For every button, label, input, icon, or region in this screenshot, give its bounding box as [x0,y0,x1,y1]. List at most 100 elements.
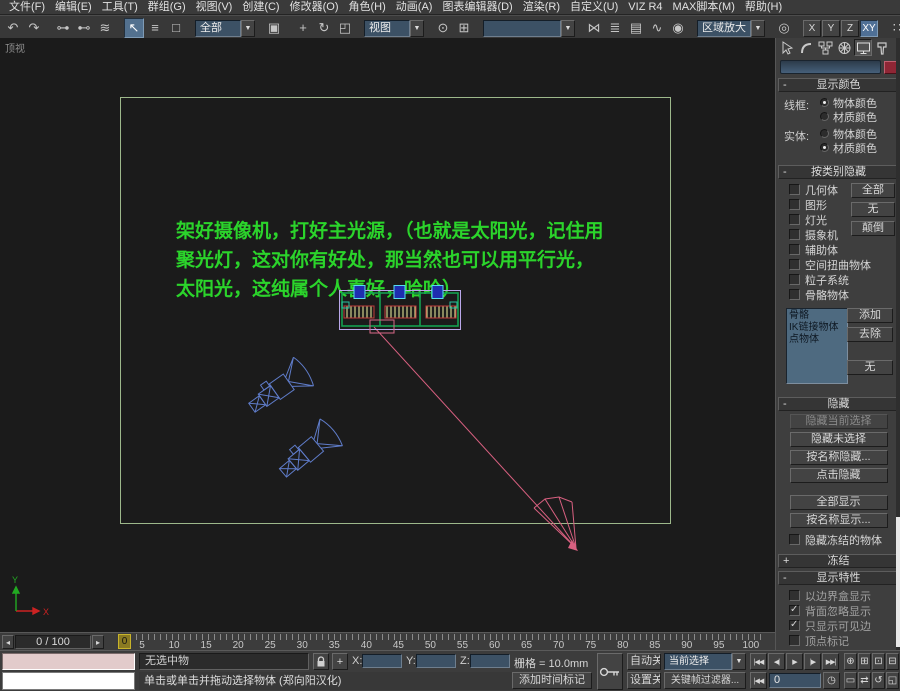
tab-display[interactable] [854,39,872,56]
rollout-title[interactable]: - 显示颜色 [778,78,899,92]
checkbox[interactable] [789,184,800,195]
select-scale-icon[interactable]: ◰ [335,18,355,38]
hide-frozen-row[interactable]: 隐藏冻结的物体 [780,532,897,547]
zoom-all-icon[interactable]: ⊞ [858,653,871,670]
zoom-extents-icon[interactable]: ⊡ [872,653,885,670]
checkbox[interactable] [789,590,800,601]
menu-item[interactable]: 角色(H) [344,1,391,14]
display-property-row[interactable]: 只显示可见边 [780,618,897,633]
rollout-title[interactable]: - 按类别隐藏 [778,165,899,179]
time-slider-marker[interactable]: 0 [118,634,131,649]
display-property-row[interactable]: 背面忽略显示 [780,603,897,618]
checkbox[interactable] [789,605,800,616]
rollout-toggle-icon[interactable]: + [783,555,789,567]
macro-recorder-pane[interactable] [2,653,135,670]
category-row[interactable]: 辅助体 [780,242,897,257]
quick-render-icon[interactable]: ◎ [774,18,794,38]
add-button[interactable]: 添加 [847,308,893,323]
menu-item[interactable]: 渲染(R) [518,1,565,14]
absolute-offset-toggle[interactable]: + [332,653,348,670]
axis-x-button[interactable]: X [803,20,821,37]
set-key-button[interactable]: 设置关键帧 [627,672,661,689]
curve-editor-icon[interactable]: ∿ [647,18,667,38]
radio-icon[interactable] [820,143,829,152]
checkbox[interactable] [789,214,800,225]
align-icon[interactable]: ≣ [605,18,625,38]
go-to-start-button[interactable]: |◀◀ [750,653,767,670]
menu-item[interactable]: 群组(G) [143,1,191,14]
dropdown-arrow-icon[interactable]: ▼ [561,20,575,37]
auto-key-button[interactable]: 自动关键帧 [627,653,661,670]
add-time-tag-button[interactable]: 添加时间标记 [512,672,592,689]
hide-all-button[interactable]: 全部 [851,183,895,198]
time-configuration-button[interactable]: ◷ [823,672,840,689]
menu-item[interactable]: 修改器(O) [285,1,344,14]
radio-icon[interactable] [820,112,829,121]
radio-icon[interactable] [820,129,829,138]
radio-icon[interactable] [820,98,829,107]
checkbox[interactable] [789,244,800,255]
checkbox[interactable] [789,229,800,240]
menu-item[interactable]: 自定义(U) [565,1,623,14]
x-coord-field[interactable] [362,654,402,668]
menu-item[interactable]: 工具(T) [97,1,143,14]
category-row[interactable]: 空间扭曲物体 [780,257,897,272]
display-property-row[interactable]: 以边界盒显示 [780,588,897,603]
play-button[interactable]: ▶ [786,653,803,670]
key-mode-dropdown[interactable]: 当前选择 ▼ [664,653,746,670]
time-ruler[interactable]: 5101520253035404550556065707580859095100… [118,633,761,651]
object-name-field[interactable] [780,60,881,74]
unhide-by-name-button[interactable]: 按名称显示... [790,513,888,528]
dropdown-arrow-icon[interactable]: ▼ [732,653,746,670]
solid-object-color-option[interactable]: 物体颜色 [820,127,877,140]
region-zoom-icon[interactable]: ▭ [844,672,857,689]
select-object-icon[interactable]: ↖ [124,18,144,38]
current-frame-field[interactable]: 0 [769,673,821,688]
hide-selected-button[interactable]: 隐藏当前选择 [790,414,888,429]
wireframe-material-color-option[interactable]: 材质颜色 [820,110,877,123]
solid-material-color-option[interactable]: 材质颜色 [820,141,877,154]
checkbox[interactable] [789,259,800,270]
axis-y-button[interactable]: Y [822,20,840,37]
z-coord-field[interactable] [470,654,510,668]
viewport-label[interactable]: 顶视 [5,40,25,55]
selection-region-icon[interactable]: □ [166,18,186,38]
hide-none-button[interactable]: 无 [851,202,895,217]
y-coord-field[interactable] [416,654,456,668]
axis-z-button[interactable]: Z [841,20,859,37]
hide-by-hit-button[interactable]: 点击隐藏 [790,468,888,483]
menu-item[interactable]: 帮助(H) [740,1,787,14]
display-property-row[interactable]: 顶点标记 [780,633,897,648]
previous-frame-button[interactable]: ◀| [768,653,785,670]
panel-scrollbar[interactable] [896,38,900,650]
rollout-title[interactable]: + 冻结 [778,554,899,568]
pan-icon[interactable]: ⇄ [858,672,871,689]
tab-modify[interactable] [797,39,815,56]
menu-item[interactable]: 编辑(E) [50,1,97,14]
hide-invert-button[interactable]: 颠倒 [851,221,895,236]
unhide-all-button[interactable]: 全部显示 [790,495,888,510]
select-move-icon[interactable]: + [293,18,313,38]
list-item[interactable]: 骨骼 [789,310,845,322]
next-frame-button[interactable]: |▶ [804,653,821,670]
dropdown-arrow-icon[interactable]: ▼ [241,20,255,37]
list-item[interactable]: IK链接物体 [789,322,845,334]
zoom-icon[interactable]: ⊕ [844,653,857,670]
zoom-extents-all-icon[interactable]: ⊟ [886,653,899,670]
select-and-link-icon[interactable]: ⊶ [53,18,73,38]
hide-unselected-button[interactable]: 隐藏未选择 [790,432,888,447]
set-key-big-button[interactable] [597,653,623,690]
dropdown-arrow-icon[interactable]: ▼ [751,20,765,37]
menu-item[interactable]: 图表编辑器(D) [437,1,517,14]
named-selection-dropdown[interactable]: ▼ [483,20,575,37]
checkbox[interactable] [789,199,800,210]
category-row[interactable]: 粒子系统 [780,272,897,287]
tab-motion[interactable] [835,39,853,56]
select-by-name-icon[interactable]: ≡ [145,18,165,38]
none-button[interactable]: 无 [847,360,893,375]
list-item[interactable]: 点物体 [789,334,845,346]
reference-coordsys-dropdown[interactable]: 视图 ▼ [364,20,424,37]
dropdown-arrow-icon[interactable]: ▼ [410,20,424,37]
render-setup-icon[interactable]: ◉ [668,18,688,38]
frame-range-prev-icon[interactable]: ◂ [2,635,14,649]
